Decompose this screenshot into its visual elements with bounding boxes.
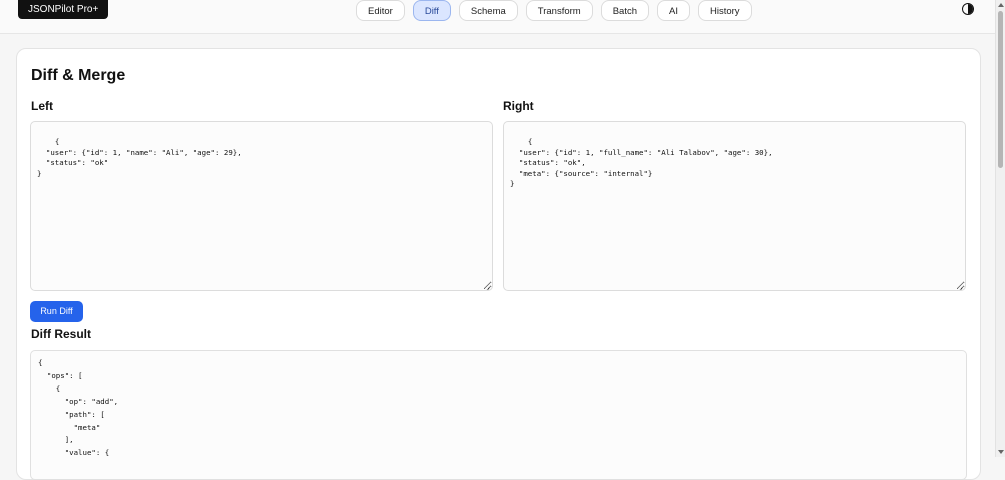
scroll-up-arrow-icon[interactable] <box>998 3 1004 7</box>
tab-transform[interactable]: Transform <box>525 0 593 21</box>
run-diff-button[interactable]: Run Diff <box>30 301 83 322</box>
left-json-editor[interactable]: { "user": {"id": 1, "name": "Ali", "age"… <box>30 121 493 291</box>
left-label: Left <box>31 99 53 113</box>
tab-editor[interactable]: Editor <box>356 0 405 21</box>
diff-result-output[interactable]: { "ops": [ { "op": "add", "path": [ "met… <box>30 350 967 480</box>
page-title: Diff & Merge <box>31 67 126 84</box>
top-bar: JSONPilot Pro+ Editor Diff Schema Transf… <box>0 0 995 34</box>
tab-diff[interactable]: Diff <box>412 0 451 21</box>
tab-ai[interactable]: AI <box>657 0 690 21</box>
diff-result-title: Diff Result <box>31 327 91 341</box>
right-json-editor[interactable]: { "user": {"id": 1, "full_name": "Ali Ta… <box>503 121 966 291</box>
tab-history[interactable]: History <box>698 0 752 21</box>
tab-schema[interactable]: Schema <box>458 0 518 21</box>
main-nav: Editor Diff Schema Transform Batch AI Hi… <box>356 0 752 22</box>
diff-merge-card: Diff & Merge Left Right { "user": {"id":… <box>16 48 981 480</box>
scroll-thumb[interactable] <box>998 11 1003 168</box>
right-label: Right <box>503 99 534 113</box>
page-scrollbar[interactable] <box>995 0 1005 457</box>
resize-handle-icon[interactable] <box>957 282 963 288</box>
contrast-icon[interactable] <box>962 3 974 15</box>
scroll-down-arrow-icon[interactable] <box>998 450 1004 454</box>
resize-handle-icon[interactable] <box>484 282 490 288</box>
brand-logo[interactable]: JSONPilot Pro+ <box>18 0 109 19</box>
tab-batch[interactable]: Batch <box>600 0 650 21</box>
right-json-text: { "user": {"id": 1, "full_name": "Ali Ta… <box>510 137 773 189</box>
left-json-text: { "user": {"id": 1, "name": "Ali", "age"… <box>37 137 242 178</box>
